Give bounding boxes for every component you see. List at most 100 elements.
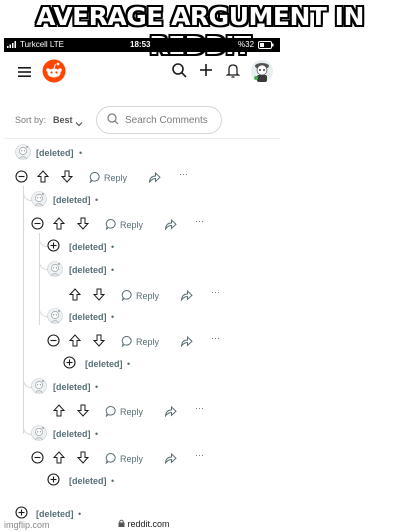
comment-actions: Reply ··· (15, 169, 215, 188)
sort-select[interactable]: Best (53, 115, 73, 125)
reply-button[interactable]: Reply (105, 404, 143, 422)
share-icon[interactable] (164, 451, 177, 469)
reply-icon (105, 404, 117, 421)
more-options-button[interactable]: ··· (179, 169, 188, 179)
chevron-down-icon[interactable] (75, 115, 83, 133)
reply-button[interactable]: Reply (105, 217, 143, 235)
comment-author[interactable]: [deleted] (36, 509, 74, 519)
separator-dot: • (111, 242, 115, 252)
upvote-icon[interactable] (52, 217, 66, 235)
reply-button[interactable]: Reply (121, 334, 159, 352)
share-icon[interactable] (164, 217, 177, 235)
separator-dot: • (79, 148, 83, 158)
separator-dot: • (95, 195, 99, 205)
reply-label: Reply (120, 220, 144, 230)
comment-author[interactable]: [deleted] (53, 429, 91, 439)
reply-label: Reply (136, 337, 160, 347)
separator-dot: • (111, 265, 115, 275)
plus-icon[interactable] (199, 63, 213, 82)
reply-button[interactable]: Reply (121, 288, 159, 306)
address-bar[interactable]: reddit.com (118, 519, 170, 529)
downvote-icon[interactable] (92, 288, 106, 306)
expand-icon[interactable] (47, 239, 60, 257)
upvote-icon[interactable] (52, 404, 66, 422)
reply-icon (121, 334, 133, 351)
share-icon[interactable] (180, 334, 193, 352)
imgflip-watermark: imgflip.com (4, 520, 50, 530)
comment-actions: Reply ··· (47, 333, 247, 352)
search-comments-placeholder: Search Comments (125, 115, 208, 126)
search-comments-icon (107, 113, 119, 128)
downvote-icon[interactable] (76, 217, 90, 235)
avatar-icon[interactable] (47, 261, 63, 277)
clock: 18:53 (130, 40, 151, 49)
comment-author[interactable]: [deleted] (69, 265, 107, 275)
reply-label: Reply (120, 407, 144, 417)
share-icon[interactable] (180, 288, 193, 306)
more-options-button[interactable]: ··· (195, 403, 204, 413)
comment-actions: Reply ··· (31, 403, 231, 422)
avatar-icon[interactable] (31, 191, 47, 207)
reply-button[interactable]: Reply (105, 451, 143, 469)
downvote-icon[interactable] (60, 170, 74, 188)
avatar-icon[interactable] (15, 144, 31, 160)
search-comments-field[interactable]: Search Comments (96, 106, 222, 134)
upvote-icon[interactable] (68, 288, 82, 306)
comment-actions: Reply ··· (31, 450, 231, 469)
separator-dot: • (111, 476, 115, 486)
reply-icon (89, 170, 101, 187)
comment-author[interactable]: [deleted] (36, 148, 74, 158)
comment-author[interactable]: [deleted] (53, 195, 91, 205)
avatar-icon[interactable] (31, 378, 47, 394)
separator-dot: • (95, 382, 99, 392)
comment-author[interactable]: [deleted] (85, 359, 123, 369)
comment-author[interactable]: [deleted] (69, 312, 107, 322)
thread-line (23, 186, 24, 434)
carrier-label: Turkcell LTE (20, 40, 65, 49)
comment-author[interactable]: [deleted] (69, 476, 107, 486)
reddit-logo-icon[interactable] (42, 59, 66, 88)
more-options-button[interactable]: ··· (211, 287, 220, 297)
downvote-icon[interactable] (76, 451, 90, 469)
upvote-icon[interactable] (36, 170, 50, 188)
expand-icon[interactable] (47, 473, 60, 491)
collapse-icon[interactable] (31, 217, 44, 235)
url-text: reddit.com (127, 519, 170, 529)
collapse-icon[interactable] (47, 334, 60, 352)
battery-percent: %32 (238, 40, 255, 49)
bell-icon[interactable] (225, 63, 241, 83)
collapse-icon[interactable] (15, 170, 28, 188)
avatar-icon[interactable] (31, 425, 47, 441)
comment-actions: Reply ··· (47, 287, 247, 306)
search-icon[interactable] (172, 63, 187, 83)
reply-icon (105, 217, 117, 234)
comment-author[interactable]: [deleted] (53, 382, 91, 392)
status-bar: Turkcell LTE 18:53 %32 (4, 38, 280, 52)
downvote-icon[interactable] (92, 334, 106, 352)
more-options-button[interactable]: ··· (195, 216, 204, 226)
collapse-icon[interactable] (31, 451, 44, 469)
upvote-icon[interactable] (68, 334, 82, 352)
separator-dot: • (78, 509, 82, 519)
more-options-button[interactable]: ··· (211, 333, 220, 343)
downvote-icon[interactable] (76, 404, 90, 422)
reply-icon (121, 288, 133, 305)
battery-icon (258, 41, 274, 51)
menu-icon[interactable] (18, 65, 32, 83)
expand-icon[interactable] (63, 356, 76, 374)
share-icon[interactable] (148, 170, 161, 188)
reply-label: Reply (104, 173, 128, 183)
comment-actions: Reply ··· (31, 216, 231, 235)
reply-label: Reply (136, 291, 160, 301)
sort-by-label: Sort by: (15, 115, 47, 125)
comment-author[interactable]: [deleted] (69, 242, 107, 252)
upvote-icon[interactable] (52, 451, 66, 469)
avatar-icon[interactable] (47, 308, 63, 324)
separator-dot: • (95, 429, 99, 439)
divider (4, 138, 280, 139)
user-avatar-icon[interactable] (250, 58, 274, 89)
signal-icon (7, 41, 17, 50)
reply-button[interactable]: Reply (89, 170, 127, 188)
share-icon[interactable] (164, 404, 177, 422)
more-options-button[interactable]: ··· (195, 450, 204, 460)
